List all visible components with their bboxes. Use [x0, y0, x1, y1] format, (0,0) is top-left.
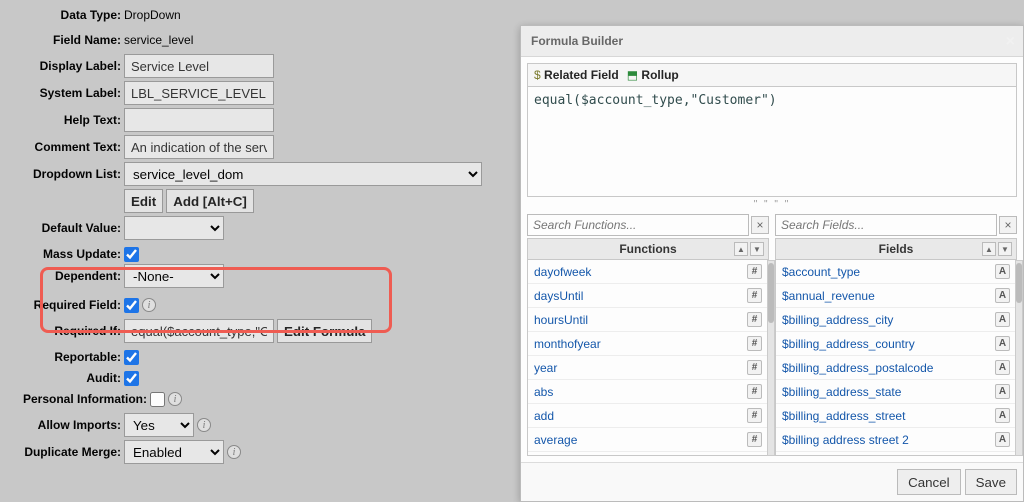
field-editor-form: Data Type:DropDown Field Name:service_le…: [0, 0, 510, 467]
scrollbar[interactable]: [767, 260, 775, 456]
function-item[interactable]: abs#: [528, 380, 768, 404]
dropdown-list-select[interactable]: service_level_dom: [124, 162, 482, 186]
function-item[interactable]: dayofweek#: [528, 260, 768, 284]
add-dropdown-button[interactable]: Add [Alt+C]: [166, 189, 254, 213]
value-data-type: DropDown: [124, 8, 181, 22]
info-icon[interactable]: i: [168, 392, 182, 406]
field-item[interactable]: $billing_address_streetA: [776, 404, 1016, 428]
formula-toolbar: $ Related Field ⬒ Rollup: [527, 63, 1017, 87]
required-if-input[interactable]: [124, 319, 274, 343]
functions-header: Functions: [619, 242, 676, 256]
label-dependent: Dependent:: [0, 269, 124, 283]
label-data-type: Data Type:: [0, 8, 124, 22]
field-item[interactable]: $annual_revenueA: [776, 284, 1016, 308]
required-field-checkbox[interactable]: [124, 298, 139, 313]
personal-info-checkbox[interactable]: [150, 392, 165, 407]
search-functions-input[interactable]: [527, 214, 749, 236]
info-icon[interactable]: i: [197, 418, 211, 432]
audit-checkbox[interactable]: [124, 371, 139, 386]
close-icon[interactable]: ×: [1006, 33, 1015, 51]
fields-list: $account_typeA$annual_revenueA$billing_a…: [775, 260, 1017, 456]
dependent-select[interactable]: -None-: [124, 264, 224, 288]
sort-asc-icon[interactable]: ▲: [734, 242, 748, 256]
dollar-icon: $: [534, 68, 541, 82]
label-default-value: Default Value:: [0, 221, 124, 235]
label-personal-info: Personal Information:: [0, 392, 150, 406]
label-audit: Audit:: [0, 371, 124, 385]
label-reportable: Reportable:: [0, 350, 124, 364]
display-label-input[interactable]: [124, 54, 274, 78]
field-item[interactable]: $billing_address_countryA: [776, 332, 1016, 356]
label-display-label: Display Label:: [0, 59, 124, 73]
field-item[interactable]: $account_typeA: [776, 260, 1016, 284]
mass-update-checkbox[interactable]: [124, 247, 139, 262]
info-icon[interactable]: i: [227, 445, 241, 459]
rollup-button[interactable]: ⬒ Rollup: [627, 68, 679, 82]
modal-header: Formula Builder ×: [521, 26, 1023, 57]
label-field-name: Field Name:: [0, 33, 124, 47]
function-item[interactable]: hoursUntil#: [528, 308, 768, 332]
related-field-button[interactable]: $ Related Field: [534, 68, 619, 82]
value-field-name: service_level: [124, 33, 193, 47]
label-help-text: Help Text:: [0, 113, 124, 127]
comment-text-input[interactable]: [124, 135, 274, 159]
sort-desc-icon[interactable]: ▼: [750, 242, 764, 256]
save-button[interactable]: Save: [965, 469, 1017, 495]
duplicate-merge-select[interactable]: Enabled: [124, 440, 224, 464]
functions-panel: × Functions ▲▼ dayofweek#daysUntil#hoursU…: [527, 214, 769, 456]
help-text-input[interactable]: [124, 108, 274, 132]
fields-panel: × Fields ▲▼ $account_typeA$annual_revenue…: [775, 214, 1017, 456]
field-item[interactable]: $billing_address_postalcodeA: [776, 356, 1016, 380]
scrollbar[interactable]: [1015, 260, 1023, 456]
edit-dropdown-button[interactable]: Edit: [124, 189, 163, 213]
modal-title: Formula Builder: [531, 34, 623, 48]
label-dropdown-list: Dropdown List:: [0, 167, 124, 181]
label-system-label: System Label:: [0, 86, 124, 100]
function-item[interactable]: add#: [528, 404, 768, 428]
reportable-checkbox[interactable]: [124, 350, 139, 365]
clear-icon[interactable]: ×: [751, 216, 769, 234]
formula-textarea[interactable]: equal($account_type,"Customer"): [527, 87, 1017, 197]
function-item[interactable]: year#: [528, 356, 768, 380]
rollup-icon: ⬒: [627, 68, 638, 82]
field-item[interactable]: $billing address street 2A: [776, 428, 1016, 452]
search-fields-input[interactable]: [775, 214, 997, 236]
field-item[interactable]: $billing_address_stateA: [776, 380, 1016, 404]
allow-imports-select[interactable]: Yes: [124, 413, 194, 437]
drag-handle-icon[interactable]: " " " ": [527, 199, 1017, 210]
field-item[interactable]: $billing_address_cityA: [776, 308, 1016, 332]
label-required-if: Required If:: [0, 324, 124, 338]
info-icon[interactable]: i: [142, 298, 156, 312]
clear-icon[interactable]: ×: [999, 216, 1017, 234]
sort-desc-icon[interactable]: ▼: [998, 242, 1012, 256]
function-item[interactable]: average#: [528, 428, 768, 452]
cancel-button[interactable]: Cancel: [897, 469, 961, 495]
label-mass-update: Mass Update:: [0, 247, 124, 261]
function-item[interactable]: monthofyear#: [528, 332, 768, 356]
sort-asc-icon[interactable]: ▲: [982, 242, 996, 256]
label-required-field: Required Field:: [0, 298, 124, 312]
default-value-select[interactable]: [124, 216, 224, 240]
functions-list: dayofweek#daysUntil#hoursUntil#monthofye…: [527, 260, 769, 456]
label-duplicate-merge: Duplicate Merge:: [0, 445, 124, 459]
system-label-input[interactable]: [124, 81, 274, 105]
function-item[interactable]: daysUntil#: [528, 284, 768, 308]
label-comment-text: Comment Text:: [0, 140, 124, 154]
label-allow-imports: Allow Imports:: [0, 418, 124, 432]
fields-header: Fields: [879, 242, 914, 256]
edit-formula-button[interactable]: Edit Formula: [277, 319, 372, 343]
formula-builder-modal: Formula Builder × $ Related Field ⬒ Roll…: [520, 25, 1024, 502]
